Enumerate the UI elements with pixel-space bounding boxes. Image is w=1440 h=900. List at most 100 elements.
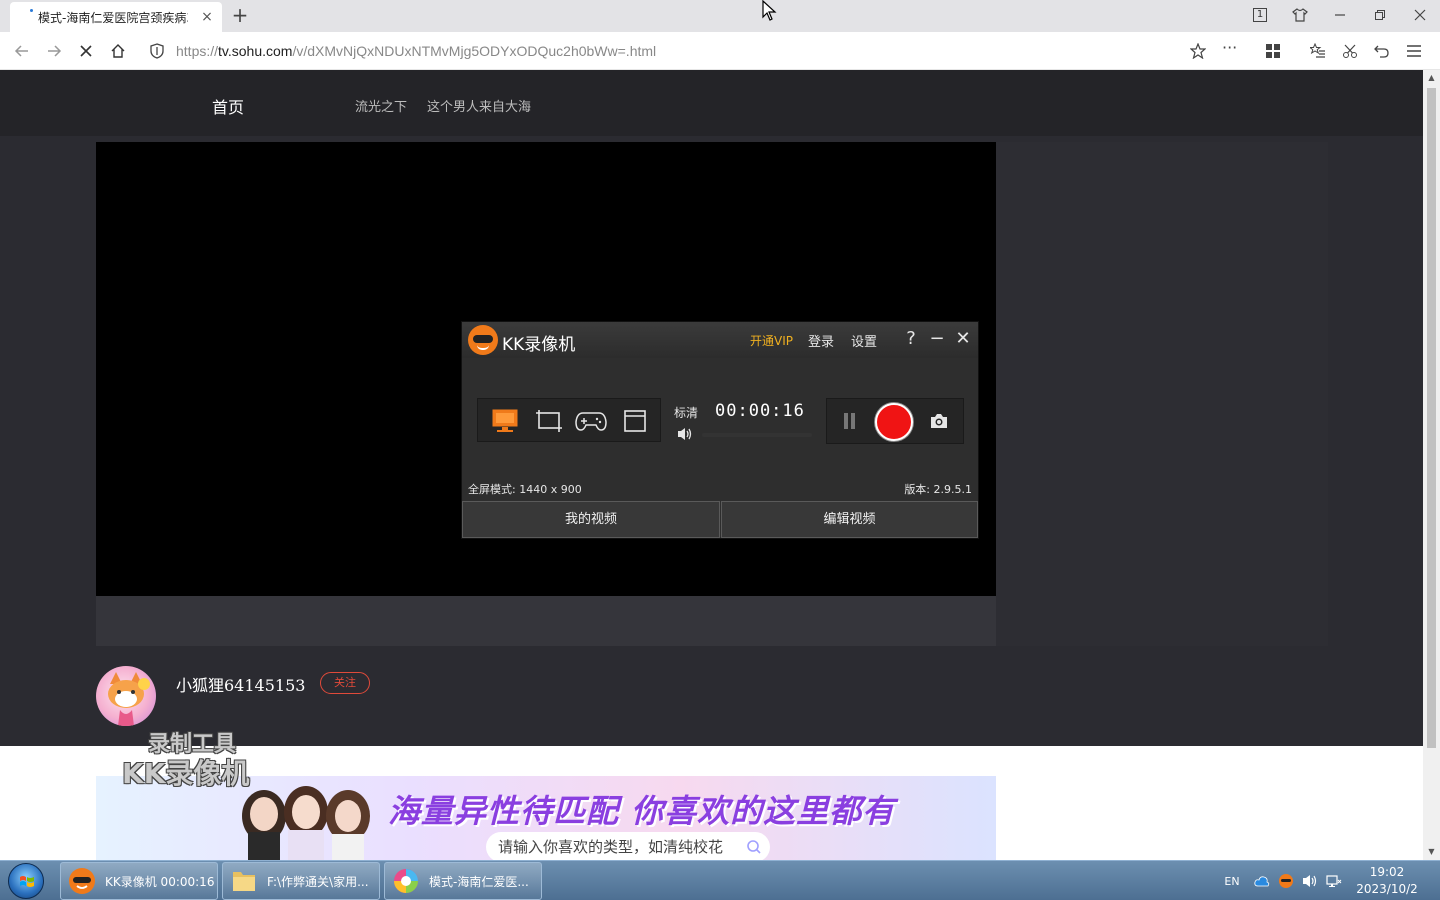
kk-record-controls bbox=[826, 398, 964, 444]
url-scheme: https:// bbox=[176, 43, 219, 59]
apps-grid-icon[interactable] bbox=[1261, 39, 1285, 63]
taskbar-item-explorer[interactable]: F:\作弊通关\家用... bbox=[222, 862, 380, 900]
forward-button[interactable] bbox=[42, 39, 66, 63]
fox-avatar-icon bbox=[108, 672, 150, 726]
navigation-bar: https://tv.sohu.com/v/dXMvNjQxNDUxNTMvMj… bbox=[0, 32, 1440, 70]
browser-tab[interactable]: 模式-海南仁爱医院宫颈疾病3 × bbox=[10, 2, 222, 32]
close-window-button[interactable] bbox=[1406, 4, 1434, 26]
record-button[interactable] bbox=[875, 403, 913, 441]
volume-slider[interactable] bbox=[702, 433, 812, 437]
clock-date: 2023/10/2 bbox=[1356, 882, 1418, 896]
kk-tray-icon[interactable] bbox=[1276, 861, 1296, 900]
kk-recorder-icon bbox=[69, 868, 95, 894]
kk-close-icon[interactable]: ✕ bbox=[952, 328, 974, 350]
bookmark-star-icon[interactable] bbox=[1190, 43, 1206, 59]
task-label: 模式-海南仁爱医... bbox=[429, 874, 529, 889]
taskbar-item-kk-recorder[interactable]: KK录像机 00:00:16 bbox=[60, 862, 218, 900]
task-label: KK录像机 00:00:16 bbox=[105, 874, 215, 889]
uploader-name[interactable]: 小狐狸64145153 bbox=[176, 672, 305, 696]
tab-close-icon[interactable]: × bbox=[198, 8, 216, 26]
speaker-volume-icon[interactable] bbox=[676, 426, 694, 442]
region-mode-icon[interactable] bbox=[532, 405, 566, 437]
kk-recorder-window: KK录像机 开通VIP 登录 设置 ? − ✕ 标清 00:00:16 全屏模式… bbox=[461, 321, 979, 539]
screenshot-scissors-icon[interactable] bbox=[1338, 39, 1362, 63]
tab-title: 模式-海南仁爱医院宫颈疾病3 bbox=[38, 10, 188, 25]
windows-logo-icon bbox=[20, 876, 34, 887]
nav-link-liuguang[interactable]: 流光之下 bbox=[355, 96, 407, 115]
new-tab-button[interactable]: + bbox=[228, 4, 252, 28]
address-bar[interactable]: https://tv.sohu.com/v/dXMvNjQxNDUxNTMvMj… bbox=[146, 36, 1250, 66]
kk-title-bar[interactable]: KK录像机 开通VIP 登录 设置 ? − ✕ bbox=[462, 322, 978, 358]
undo-close-icon[interactable] bbox=[1370, 39, 1394, 63]
my-videos-button[interactable]: 我的视频 bbox=[462, 501, 720, 538]
scroll-down-icon[interactable]: ▼ bbox=[1423, 844, 1440, 860]
kk-mode-info: 全屏模式: 1440 x 900 bbox=[468, 483, 582, 496]
folder-icon bbox=[233, 872, 255, 891]
network-tray-icon[interactable] bbox=[1324, 861, 1344, 900]
side-panel bbox=[996, 142, 1328, 646]
url-text[interactable]: https://tv.sohu.com/v/dXMvNjQxNDUxNTMvMj… bbox=[176, 43, 656, 59]
favorites-list-icon[interactable] bbox=[1306, 39, 1330, 63]
scroll-up-icon[interactable]: ▲ bbox=[1423, 70, 1440, 86]
back-arrow-icon bbox=[14, 45, 28, 57]
kk-minimize-icon[interactable]: − bbox=[926, 328, 948, 350]
camera-snapshot-icon[interactable] bbox=[929, 411, 949, 431]
kk-settings-link[interactable]: 设置 bbox=[851, 331, 877, 350]
search-icon bbox=[746, 832, 762, 860]
minimize-window-button[interactable] bbox=[1326, 4, 1354, 26]
pause-icon[interactable] bbox=[843, 413, 857, 429]
more-options-icon[interactable]: ··· bbox=[1222, 38, 1237, 57]
kk-quality-label[interactable]: 标清 bbox=[674, 404, 698, 421]
mouse-cursor-icon bbox=[762, 0, 777, 21]
url-host: tv.sohu.com bbox=[218, 43, 293, 59]
tab-strip: 模式-海南仁爱医院宫颈疾病3 × + 1 bbox=[0, 0, 1440, 32]
stop-loading-button[interactable] bbox=[74, 39, 98, 63]
shield-icon bbox=[150, 43, 164, 59]
taskbar: KK录像机 00:00:16 F:\作弊通关\家用... 模式-海南仁爱医...… bbox=[0, 860, 1440, 900]
nav-link-man-from-sea[interactable]: 这个男人来自大海 bbox=[427, 96, 531, 115]
page-scrollbar[interactable]: ▲ ▼ bbox=[1423, 70, 1440, 860]
browser-icon bbox=[394, 869, 418, 893]
tab-loading-icon bbox=[30, 9, 33, 12]
fullscreen-mode-icon[interactable] bbox=[488, 405, 522, 437]
kk-mode-group bbox=[477, 398, 661, 442]
volume-tray-icon[interactable] bbox=[1300, 861, 1320, 900]
kk-vip-link[interactable]: 开通VIP bbox=[750, 332, 793, 349]
tab-counter-button[interactable]: 1 bbox=[1246, 4, 1274, 26]
kk-timer: 00:00:16 bbox=[715, 401, 805, 421]
home-button[interactable] bbox=[106, 39, 130, 63]
clock-time: 19:02 bbox=[1369, 865, 1405, 879]
ime-indicator[interactable]: EN bbox=[1222, 861, 1242, 900]
menu-hamburger-icon[interactable] bbox=[1402, 39, 1426, 63]
ad-headline: 海量异性待匹配 你喜欢的这里都有 bbox=[388, 792, 896, 830]
cloud-sync-icon[interactable] bbox=[1252, 861, 1272, 900]
home-icon bbox=[111, 44, 125, 58]
edit-video-button[interactable]: 编辑视频 bbox=[721, 501, 978, 538]
scroll-thumb[interactable] bbox=[1427, 88, 1436, 748]
forward-arrow-icon bbox=[48, 45, 62, 57]
kk-version: 版本: 2.9.5.1 bbox=[904, 483, 972, 496]
window-mode-icon[interactable] bbox=[618, 405, 652, 437]
stop-x-icon bbox=[80, 45, 92, 57]
system-clock[interactable]: 19:02 2023/10/2 bbox=[1352, 864, 1422, 898]
game-mode-icon[interactable] bbox=[574, 405, 608, 437]
kk-logo-icon bbox=[468, 325, 498, 355]
home-nav-link[interactable]: 首页 bbox=[212, 94, 244, 118]
url-path: /v/dXMvNjQxNDUxNTMvMjg5ODYxODQuc2h0bWw=.… bbox=[292, 43, 657, 59]
kk-login-link[interactable]: 登录 bbox=[808, 331, 834, 350]
start-button[interactable] bbox=[8, 863, 44, 899]
restore-window-button[interactable] bbox=[1366, 4, 1394, 26]
watermark-kk-label: KK录像机 bbox=[122, 757, 250, 790]
kk-help-icon[interactable]: ? bbox=[900, 328, 922, 350]
taskbar-item-browser[interactable]: 模式-海南仁爱医... bbox=[384, 862, 542, 900]
shirt-skin-icon[interactable] bbox=[1286, 4, 1314, 26]
ad-search-box[interactable]: 请输入你喜欢的类型，如清纯校花 bbox=[486, 832, 770, 860]
site-header: 首页 流光之下 这个男人来自大海 bbox=[0, 70, 1423, 136]
task-label: F:\作弊通关\家用... bbox=[267, 874, 369, 889]
ad-search-text: 请输入你喜欢的类型，如清纯校花 bbox=[498, 838, 724, 856]
uploader-avatar[interactable] bbox=[96, 666, 156, 726]
back-button[interactable] bbox=[10, 39, 34, 63]
kk-title: KK录像机 bbox=[502, 335, 576, 355]
follow-button[interactable]: 关注 bbox=[320, 672, 370, 694]
tab-count: 1 bbox=[1253, 8, 1267, 22]
